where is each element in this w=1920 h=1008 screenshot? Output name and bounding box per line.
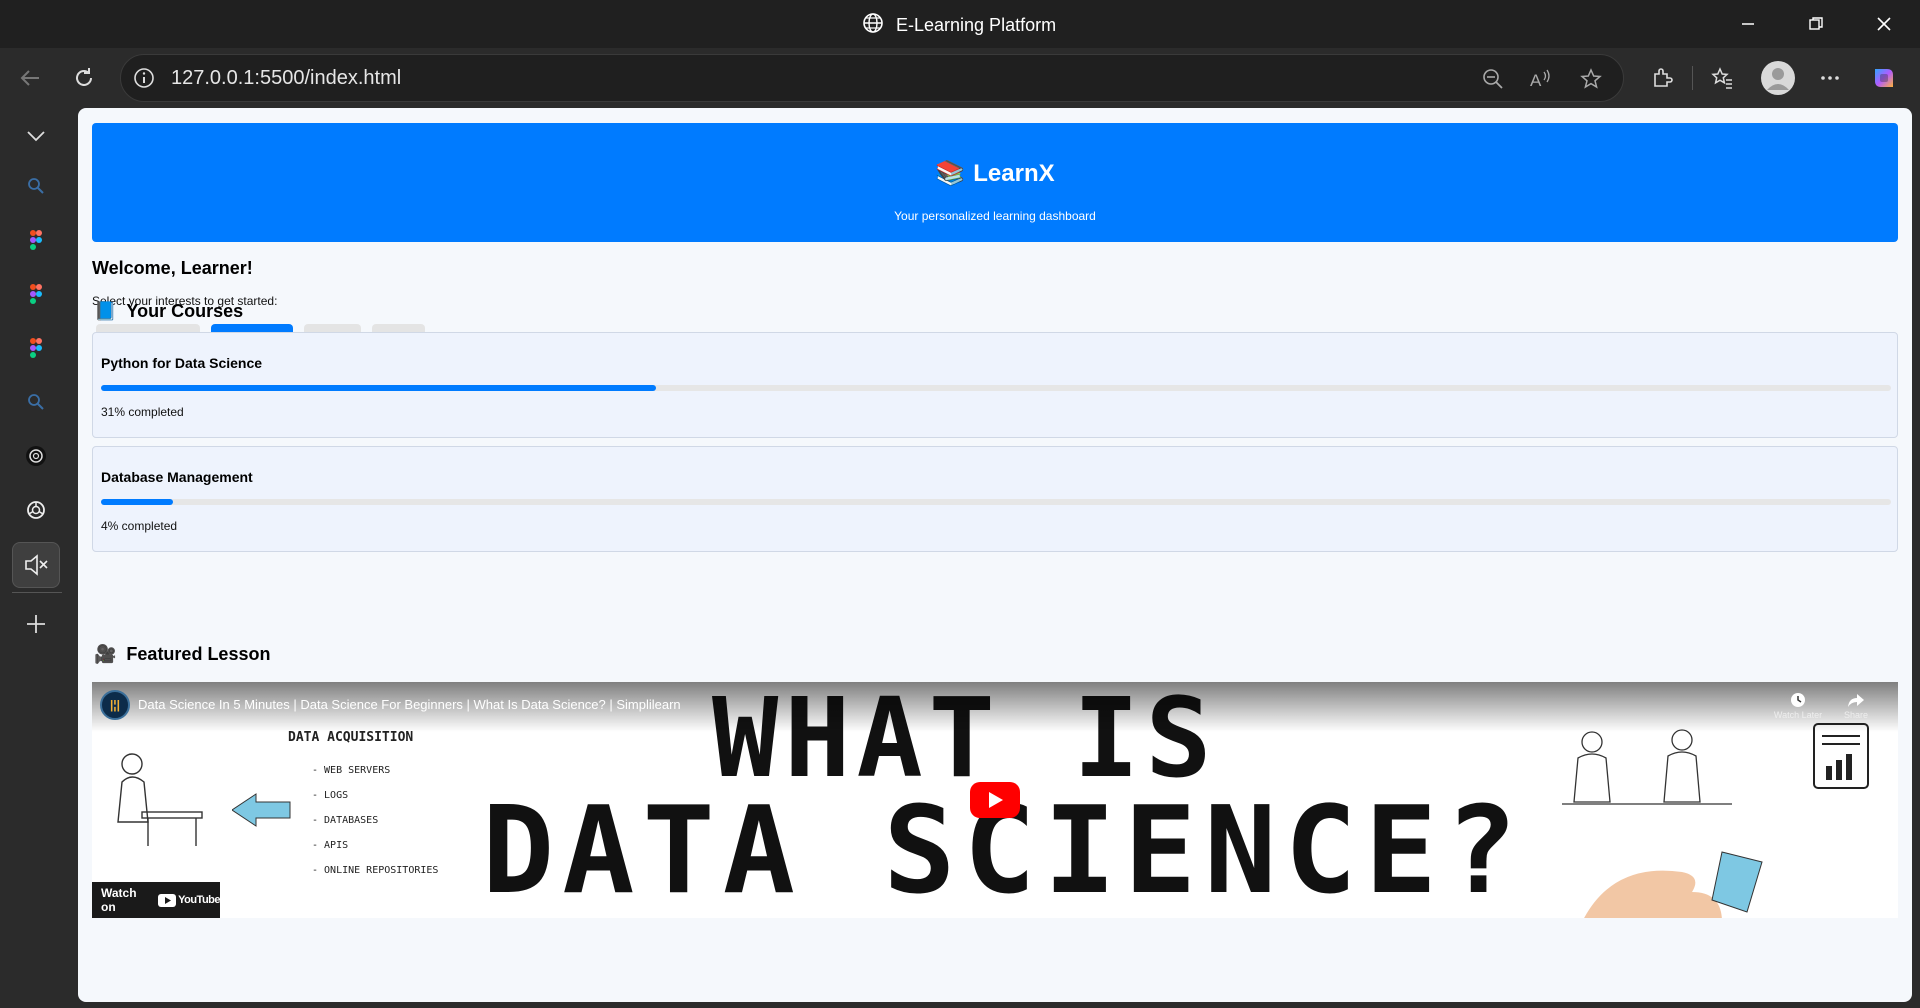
youtube-logo: YouTube (158, 893, 220, 907)
book-icon: 📘 (94, 301, 117, 321)
tab-muted-audio-icon[interactable] (12, 542, 60, 588)
svg-text:A: A (1530, 71, 1542, 90)
youtube-icon (158, 893, 177, 907)
thumbnail-arrow-illustration (232, 793, 291, 827)
video-title[interactable]: Data Science In 5 Minutes | Data Science… (138, 697, 681, 712)
copilot-icon[interactable] (1868, 62, 1900, 94)
progress-track (101, 385, 1891, 391)
restore-button[interactable] (1800, 8, 1832, 40)
site-header: 📚 LearnX Your personalized learning dash… (92, 123, 1898, 242)
progress-text: 4% completed (101, 519, 178, 533)
hand-illustration (1584, 851, 1763, 918)
share-label: Share (1843, 710, 1869, 720)
featured-heading-text: Featured Lesson (126, 644, 271, 664)
chart-board-illustration (1813, 723, 1869, 789)
play-icon (989, 792, 1003, 808)
browser-toolbar: 127.0.0.1:5500/index.html A (0, 48, 1920, 108)
header-subtitle: Your personalized learning dashboard (894, 209, 1096, 223)
courses-heading: 📘 Your Courses (94, 301, 243, 322)
vertical-tab-strip (0, 108, 76, 1008)
video-camera-icon: 🎥 (94, 644, 117, 664)
progress-track (101, 499, 1891, 505)
watch-later-label: Watch Later (1773, 710, 1823, 720)
watch-on-label: Watch on (101, 886, 137, 914)
tab-search-icon[interactable] (16, 382, 56, 422)
info-icon[interactable] (133, 67, 155, 94)
window-titlebar: E-Learning Platform (0, 0, 1920, 48)
tab-strip-divider (12, 592, 62, 593)
site-brand: 📚 LearnX (92, 159, 1898, 188)
channel-avatar[interactable]: |¦| (100, 690, 130, 720)
books-icon: 📚 (935, 160, 966, 187)
zoom-out-icon[interactable] (1479, 65, 1507, 93)
progress-fill (101, 385, 656, 391)
featured-heading: 🎥 Featured Lesson (94, 644, 270, 665)
globe-icon (862, 12, 884, 39)
close-button[interactable] (1868, 8, 1900, 40)
tab-chatgpt-icon[interactable] (16, 436, 56, 476)
toolbar-divider (1692, 66, 1693, 90)
share-icon (1848, 694, 1864, 707)
new-tab-icon[interactable] (16, 604, 56, 644)
address-bar[interactable]: 127.0.0.1:5500/index.html A (120, 54, 1624, 102)
tab-search-icon[interactable] (16, 166, 56, 206)
page-viewport: 📚 LearnX Your personalized learning dash… (78, 108, 1912, 1002)
window-title: E-Learning Platform (862, 12, 1056, 39)
thumbnail-list-item: - LOGS (312, 790, 349, 801)
course-card[interactable]: Python for Data Science 31% completed (92, 332, 1898, 438)
youtube-wordmark: YouTube (178, 894, 220, 906)
person-at-desk-illustration (117, 753, 203, 846)
thumbnail-list: - WEB SERVERS - LOGS - DATABASES - APIS … (312, 758, 438, 883)
tab-figma-icon[interactable] (16, 220, 56, 260)
course-name: Database Management (101, 469, 253, 485)
more-menu-icon[interactable] (1814, 62, 1846, 94)
courses-heading-text: Your Courses (126, 301, 244, 321)
people-meeting-illustration (1562, 729, 1732, 805)
thumbnail-list-item: - APIS (312, 840, 349, 851)
share-button[interactable]: Share (1826, 692, 1886, 720)
profile-avatar[interactable] (1760, 60, 1796, 96)
thumbnail-list-item: - ONLINE REPOSITORIES (312, 865, 439, 876)
read-aloud-icon[interactable]: A (1527, 65, 1555, 93)
brand-name: LearnX (973, 159, 1055, 187)
thumbnail-list-item: - DATABASES (312, 815, 379, 826)
course-name: Python for Data Science (101, 355, 263, 371)
extensions-icon[interactable] (1646, 62, 1678, 94)
tab-figma-icon[interactable] (16, 274, 56, 314)
favorites-icon[interactable] (1706, 62, 1738, 94)
minimize-button[interactable] (1732, 8, 1764, 40)
play-button[interactable] (970, 782, 1020, 818)
favorite-star-icon[interactable] (1577, 65, 1605, 93)
collapse-tabs-icon[interactable] (16, 116, 56, 156)
tab-chatgpt-icon[interactable] (16, 490, 56, 530)
watch-on-youtube-button[interactable]: Watch on YouTube (92, 882, 220, 918)
window-title-text: E-Learning Platform (896, 15, 1057, 35)
progress-text: 31% completed (101, 405, 184, 419)
clock-icon (1791, 693, 1805, 707)
tab-figma-icon[interactable] (16, 328, 56, 368)
back-icon[interactable] (14, 62, 46, 94)
thumbnail-list-item: - WEB SERVERS (312, 765, 391, 776)
watch-later-button[interactable]: Watch Later (1768, 692, 1828, 720)
course-card[interactable]: Database Management 4% completed (92, 446, 1898, 552)
url-text[interactable]: 127.0.0.1:5500/index.html (171, 67, 401, 90)
progress-fill (101, 499, 173, 505)
welcome-title: Welcome, Learner! (92, 258, 253, 278)
video-embed[interactable]: WHAT IS DATA SCIENCE? DATA ACQUISITION -… (92, 682, 1898, 918)
thumbnail-heading: DATA ACQUISITION (288, 730, 414, 745)
refresh-icon[interactable] (68, 62, 100, 94)
